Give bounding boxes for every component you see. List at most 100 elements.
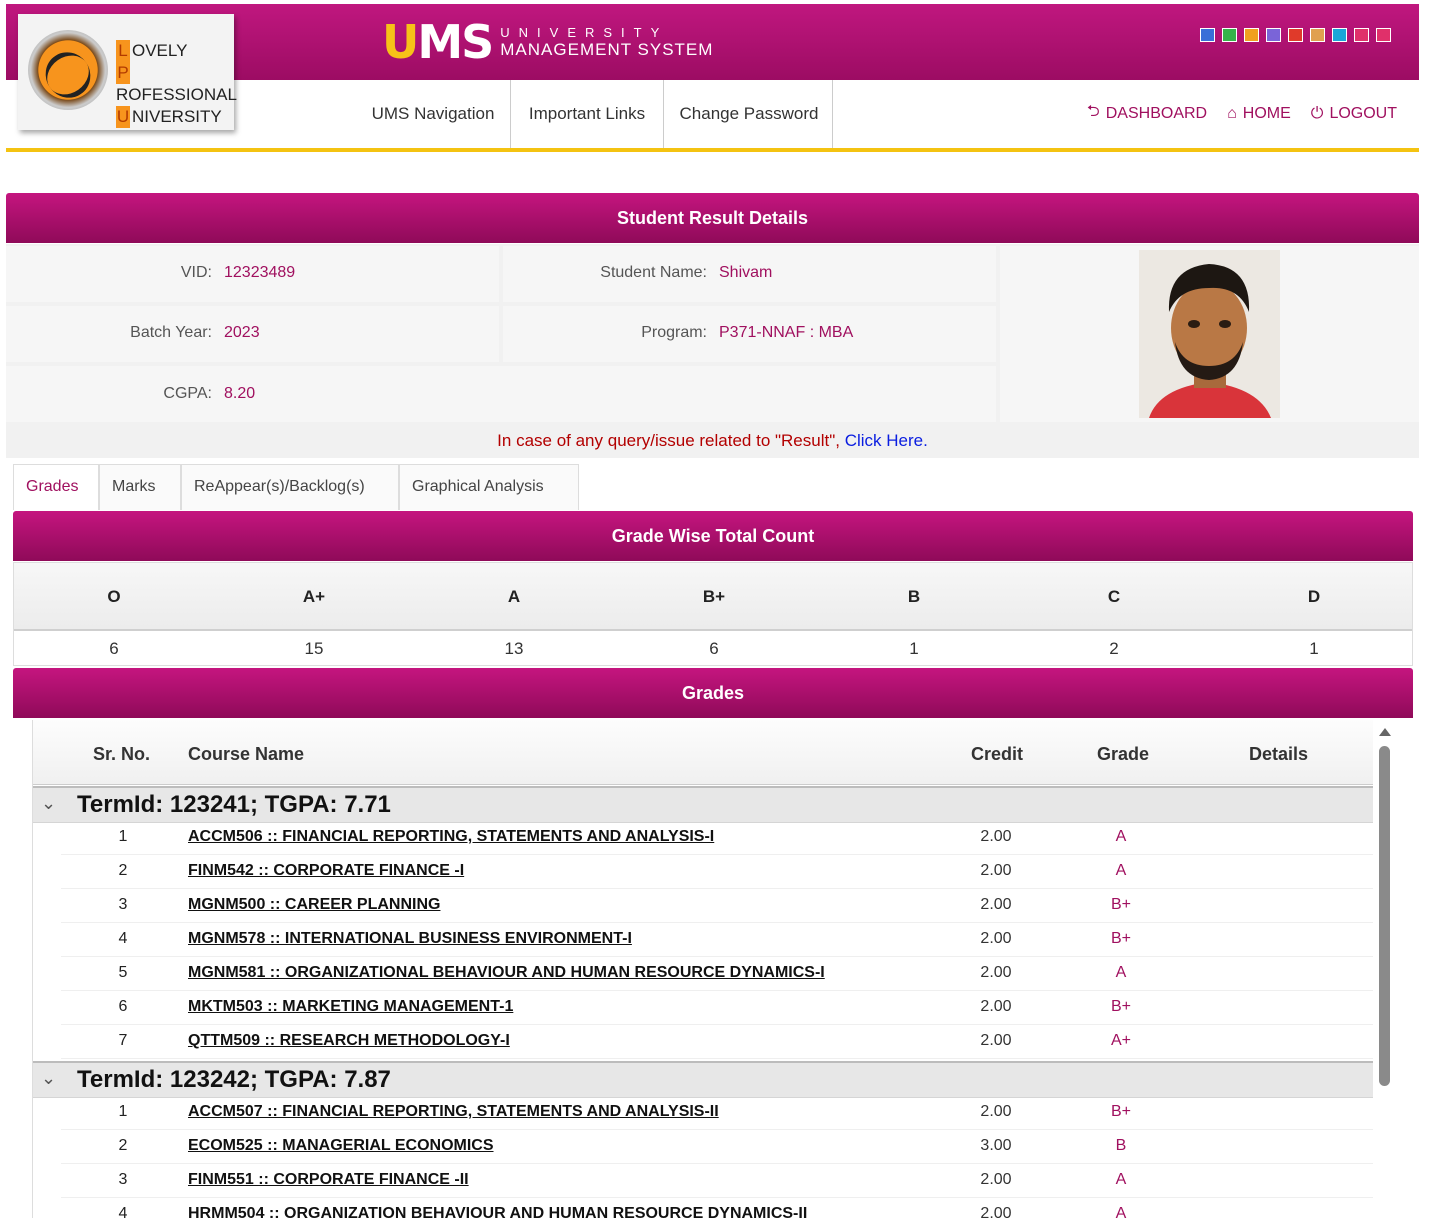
- student-name-value: Shivam: [719, 264, 773, 281]
- sr-no: 2: [118, 1137, 128, 1154]
- credit-value: 2.00: [980, 896, 1012, 913]
- ums-tag-line2: MANAGEMENT SYSTEM: [500, 40, 714, 59]
- course-link[interactable]: ACCM506 :: FINANCIAL REPORTING, STATEMEN…: [188, 828, 714, 846]
- course-link[interactable]: MKTM503 :: MARKETING MANAGEMENT-1: [188, 998, 513, 1016]
- table-row: 3 FINM551 :: CORPORATE FINANCE -II 2.00 A: [61, 1163, 1374, 1198]
- grades-grid-header: Sr. No. Course Name Credit Grade Details: [33, 720, 1374, 785]
- batch-year-label: Batch Year:: [130, 324, 212, 341]
- table-row: 1 ACCM506 :: FINANCIAL REPORTING, STATEME…: [61, 820, 1374, 855]
- credit-value: 2.00: [980, 930, 1012, 947]
- theme-swatch-icon[interactable]: [1310, 28, 1325, 42]
- grade-value: A: [1115, 1171, 1127, 1188]
- course-link[interactable]: MGNM500 :: CAREER PLANNING: [188, 896, 440, 914]
- grades-panel-title: Grades: [13, 668, 1413, 718]
- theme-swatch-icon[interactable]: [1288, 28, 1303, 42]
- sr-no: 1: [118, 1103, 128, 1120]
- nav-important-links[interactable]: Important Links: [512, 80, 662, 148]
- ums-logo: UMS UNIVERSITY MANAGEMENT SYSTEM: [382, 15, 714, 69]
- credit-value: 2.00: [980, 1103, 1012, 1120]
- vid-value: 12323489: [224, 264, 296, 281]
- course-link[interactable]: ECOM525 :: MANAGERIAL ECONOMICS: [188, 1137, 494, 1155]
- cgpa-value: 8.20: [224, 385, 256, 402]
- theme-swatch-icon[interactable]: [1244, 28, 1259, 42]
- click-here-link[interactable]: Click Here.: [845, 431, 928, 450]
- credit-value: 2.00: [980, 1032, 1012, 1049]
- theme-swatch-icon[interactable]: [1332, 28, 1347, 42]
- cgpa-label: CGPA:: [163, 385, 212, 402]
- program-value: P371-NNAF : MBA: [719, 324, 854, 341]
- grade-count-title: Grade Wise Total Count: [13, 511, 1413, 561]
- theme-swatch-icon[interactable]: [1266, 28, 1281, 42]
- student-photo: [1139, 250, 1280, 418]
- grade-value: A+: [1110, 1032, 1131, 1049]
- grade-count-value: 1: [1309, 639, 1319, 658]
- chevron-down-icon[interactable]: ⌄: [41, 1068, 56, 1089]
- university-logo[interactable]: L OVELY PROFESSIONAL U NIVERSITY: [18, 14, 237, 130]
- course-link[interactable]: QTTM509 :: RESEARCH METHODOLOGY-I: [188, 1032, 510, 1050]
- grade-count-table: O 6 A+ 15 A 13 B+ 6 B 1 C 2 D 1: [13, 562, 1413, 666]
- theme-swatch-icon[interactable]: [1222, 28, 1237, 42]
- result-query-notice: In case of any query/issue related to "R…: [6, 424, 1419, 458]
- term-group-header[interactable]: ⌄ TermId: 123242; TGPA: 7.87: [33, 1061, 1374, 1098]
- col-credit[interactable]: Credit: [971, 744, 1023, 765]
- table-row: 1 ACCM507 :: FINANCIAL REPORTING, STATEME…: [61, 1095, 1374, 1130]
- power-icon: ⏻: [1310, 104, 1324, 122]
- logout-link[interactable]: ⏻ LOGOUT: [1311, 100, 1397, 127]
- tab-graphical-analysis[interactable]: Graphical Analysis: [399, 464, 579, 510]
- credit-value: 3.00: [980, 1137, 1012, 1154]
- course-link[interactable]: FINM551 :: CORPORATE FINANCE -II: [188, 1171, 469, 1189]
- nav-ums-navigation[interactable]: UMS Navigation: [358, 80, 508, 148]
- theme-swatch-icon[interactable]: [1200, 28, 1215, 42]
- table-row: 2 FINM542 :: CORPORATE FINANCE -I 2.00 A: [61, 854, 1374, 889]
- sr-no: 1: [118, 828, 128, 845]
- term-group-header[interactable]: ⌄ TermId: 123241; TGPA: 7.71: [33, 786, 1374, 823]
- grade-count-value: 6: [109, 639, 119, 658]
- dashboard-link[interactable]: ⮌ DASHBOARD: [1087, 100, 1207, 127]
- term-label: TermId: 123241; TGPA: 7.71: [77, 791, 391, 818]
- home-link[interactable]: ⌂ HOME: [1227, 100, 1291, 127]
- result-panel-title: Student Result Details: [6, 193, 1419, 243]
- scroll-thumb[interactable]: [1379, 746, 1390, 1086]
- term-label: TermId: 123242; TGPA: 7.87: [77, 1066, 391, 1093]
- sr-no: 3: [118, 896, 128, 913]
- grid-scrollbar[interactable]: [1373, 720, 1395, 1218]
- credit-value: 2.00: [980, 964, 1012, 981]
- grade-count-header: B: [907, 587, 921, 606]
- tab-reappear-backlogs[interactable]: ReAppear(s)/Backlog(s): [181, 464, 399, 510]
- course-link[interactable]: MGNM581 :: ORGANIZATIONAL BEHAVIOUR AND …: [188, 964, 825, 982]
- col-grade[interactable]: Grade: [1097, 744, 1149, 765]
- theme-swatch-icon[interactable]: [1376, 28, 1391, 42]
- tab-marks[interactable]: Marks: [99, 464, 181, 510]
- chevron-down-icon[interactable]: ⌄: [41, 793, 56, 814]
- grade-count-value: 6: [709, 639, 719, 658]
- logo-initial: U: [116, 106, 130, 128]
- program-label: Program:: [641, 324, 707, 341]
- sr-no: 2: [118, 862, 128, 879]
- student-name-label: Student Name:: [600, 264, 707, 281]
- grade-value: A: [1115, 964, 1127, 981]
- col-details[interactable]: Details: [1249, 744, 1308, 765]
- credit-value: 2.00: [980, 1171, 1012, 1188]
- table-row: 3 MGNM500 :: CAREER PLANNING 2.00 B+: [61, 888, 1374, 923]
- sr-no: 4: [118, 1205, 128, 1218]
- scroll-up-icon[interactable]: [1379, 728, 1391, 736]
- course-link[interactable]: FINM542 :: CORPORATE FINANCE -I: [188, 862, 464, 880]
- sr-no: 3: [118, 1171, 128, 1188]
- course-link[interactable]: MGNM578 :: INTERNATIONAL BUSINESS ENVIRO…: [188, 930, 632, 948]
- grade-value: B: [1115, 1137, 1127, 1154]
- theme-swatch-icon[interactable]: [1354, 28, 1369, 42]
- nav-change-password[interactable]: Change Password: [666, 80, 832, 148]
- col-course-name[interactable]: Course Name: [188, 744, 304, 765]
- grade-count-header: D: [1307, 587, 1321, 606]
- ums-tag-line1: UNIVERSITY: [500, 25, 669, 40]
- dashboard-icon: ⮌: [1086, 103, 1100, 120]
- theme-switcher: [1200, 28, 1391, 42]
- credit-value: 2.00: [980, 828, 1012, 845]
- course-link[interactable]: HRMM504 :: ORGANIZATION BEHAVIOUR AND HU…: [188, 1205, 807, 1218]
- grade-count-header: O: [107, 587, 121, 606]
- batch-year-value: 2023: [224, 324, 260, 341]
- col-sr-no[interactable]: Sr. No.: [93, 744, 150, 765]
- sr-no: 7: [118, 1032, 128, 1049]
- course-link[interactable]: ACCM507 :: FINANCIAL REPORTING, STATEMEN…: [188, 1103, 719, 1121]
- tab-grades[interactable]: Grades: [13, 464, 99, 510]
